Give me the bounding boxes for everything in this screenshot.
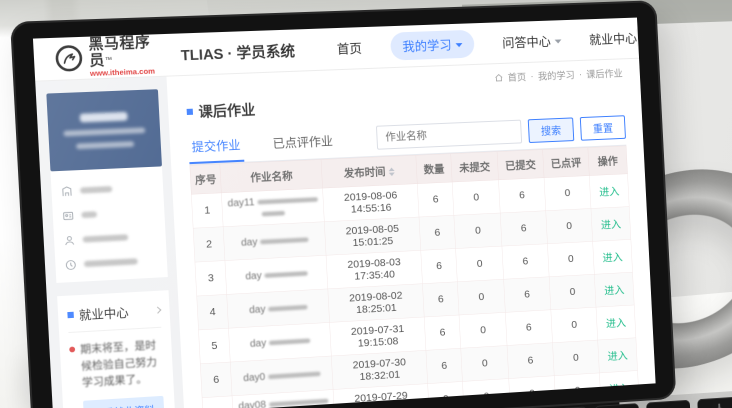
power-key xyxy=(697,396,732,408)
breadcrumb-item[interactable]: 我的学习 xyxy=(538,68,575,83)
col-header-action: 操作 xyxy=(588,146,628,176)
laptop-screen: 黑马程序员™ www.itheima.com TLIAS · 学员系统 首页 我… xyxy=(33,18,656,408)
col-header-time[interactable]: 发布时间 xyxy=(321,155,417,188)
tab-reviewed-homework[interactable]: 已点评作业 xyxy=(269,124,337,161)
reset-button[interactable]: 重置 xyxy=(580,115,626,141)
breadcrumb-separator: · xyxy=(579,69,583,80)
tab-submit-homework[interactable]: 提交作业 xyxy=(188,128,245,164)
clock-icon xyxy=(65,259,78,271)
main-content: 首页 · 我的学习 · 课后作业 课后作业 xyxy=(166,59,655,408)
laptop-lid: 黑马程序员™ www.itheima.com TLIAS · 学员系统 首页 我… xyxy=(10,0,676,408)
home-icon xyxy=(494,73,503,82)
logo-tm: ™ xyxy=(105,55,113,63)
logo-text-block: 黑马程序员™ www.itheima.com xyxy=(88,35,155,78)
enter-link[interactable]: 进入 xyxy=(599,186,620,198)
tlias-app: 黑马程序员™ www.itheima.com TLIAS · 学员系统 首页 我… xyxy=(33,18,656,408)
breadcrumb-separator: · xyxy=(530,71,534,82)
laptop: 黑马程序员™ www.itheima.com TLIAS · 学员系统 首页 我… xyxy=(10,0,722,408)
page-title: 课后作业 xyxy=(198,99,256,122)
main-nav: 首页 我的学习 问答中心 就业中心 xyxy=(336,24,637,63)
enter-link[interactable]: 进入 xyxy=(606,317,627,329)
assignment-name: day11 xyxy=(222,188,325,227)
tabs: 提交作业 已点评作业 xyxy=(188,124,337,164)
search-input[interactable] xyxy=(376,120,522,150)
building-icon xyxy=(61,185,74,197)
profile-menu-item[interactable] xyxy=(64,248,158,277)
enter-link[interactable]: 进入 xyxy=(604,284,625,296)
chevron-down-icon xyxy=(554,39,561,43)
heima-logo-icon xyxy=(54,44,84,73)
nav-item-job-center[interactable]: 就业中心 xyxy=(589,29,638,48)
blurred-label xyxy=(83,234,129,242)
red-dot-icon xyxy=(69,347,75,353)
bullet-square-icon xyxy=(187,109,193,115)
assignment-name: day xyxy=(225,255,328,294)
app-title: TLIAS · 学员系统 xyxy=(180,40,295,65)
logo-text: 黑马程序员 xyxy=(88,34,151,69)
employment-header[interactable]: 就业中心 xyxy=(67,301,161,333)
user-icon xyxy=(63,234,76,246)
employment-message: 期末将至，是时候检验自己努力学习成果了。 xyxy=(80,337,165,392)
employment-card: 就业中心 期末将至，是时候检验自己努力学习成果了。 查看就业资料 xyxy=(57,290,176,408)
blurred-label xyxy=(84,258,138,267)
photo-scene: 黑马程序员™ www.itheima.com TLIAS · 学员系统 首页 我… xyxy=(0,0,732,408)
nav-item-qa-center[interactable]: 问答中心 xyxy=(502,32,562,52)
id-card-icon xyxy=(62,210,75,222)
enter-link[interactable]: 进入 xyxy=(609,383,630,396)
avatar-icon xyxy=(652,30,655,45)
col-header-submitted: 已提交 xyxy=(497,150,544,180)
app-body: 就业中心 期末将至，是时候检验自己努力学习成果了。 查看就业资料 xyxy=(35,59,655,408)
profile-menu xyxy=(50,166,167,283)
employment-title: 就业中心 xyxy=(78,303,129,324)
breadcrumb-item: 课后作业 xyxy=(586,66,623,81)
chevron-down-icon xyxy=(455,43,462,47)
assignments-table: 序号 作业名称 发布时间 数量 未提交 已提交 已点评 操作 xyxy=(190,146,646,408)
divider xyxy=(167,44,168,65)
assignments-tbody: 1day112019-08-06 14:55:166060进入2day2019-… xyxy=(191,174,644,408)
nav-item-my-learning[interactable]: 我的学习 xyxy=(390,30,475,61)
blurred-user-name xyxy=(80,112,128,123)
view-employment-button[interactable]: 查看就业资料 xyxy=(83,396,165,408)
breadcrumb-item[interactable]: 首页 xyxy=(507,70,526,84)
col-header-reviewed: 已点评 xyxy=(543,148,590,178)
enter-link[interactable]: 进入 xyxy=(602,251,623,263)
sidebar: 就业中心 期末将至，是时候检验自己努力学习成果了。 查看就业资料 xyxy=(35,77,184,408)
nav-item-home[interactable]: 首页 xyxy=(336,39,362,58)
col-header-no: 序号 xyxy=(190,164,222,194)
enter-link[interactable]: 进入 xyxy=(607,350,628,362)
blurred-label xyxy=(81,211,97,218)
divider xyxy=(636,29,637,47)
user-profile-card xyxy=(46,89,162,171)
blurred-label xyxy=(80,186,112,194)
bullet-square-icon xyxy=(67,311,74,317)
col-header-count: 数量 xyxy=(416,154,453,184)
enter-link[interactable]: 进入 xyxy=(601,219,622,231)
chevron-right-icon xyxy=(154,306,161,313)
employment-message-row: 期末将至，是时候检验自己努力学习成果了。 xyxy=(69,337,164,392)
search-button[interactable]: 搜索 xyxy=(528,117,575,143)
col-header-not-submitted: 未提交 xyxy=(451,152,498,182)
blurred-class-info xyxy=(76,141,134,149)
sort-icon[interactable] xyxy=(389,167,395,176)
blurred-class-info xyxy=(63,127,145,136)
assignment-name: day xyxy=(223,222,326,261)
